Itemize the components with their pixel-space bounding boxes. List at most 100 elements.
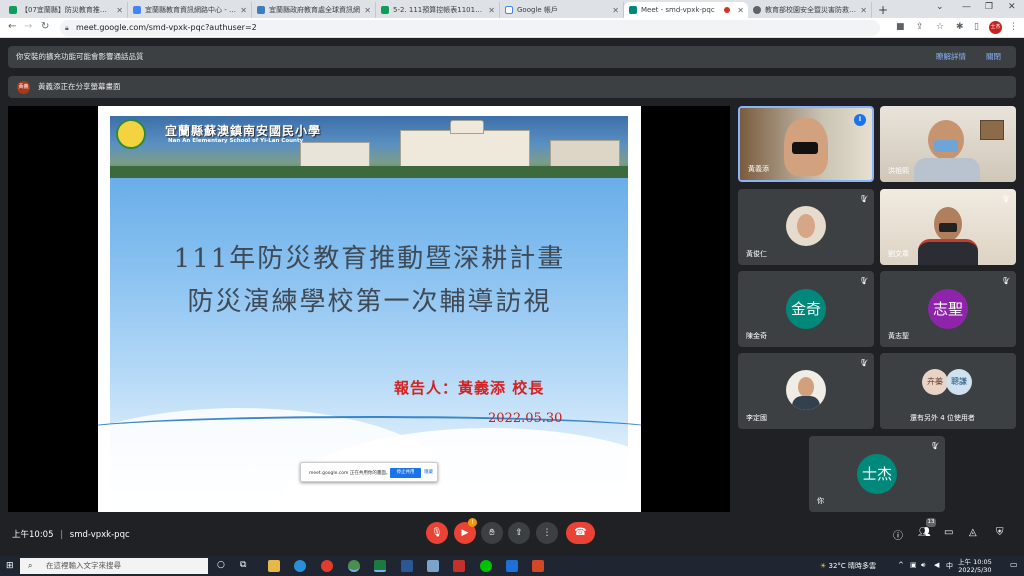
mic-muted-icon: 🎙︎̸: [930, 442, 939, 450]
person-shirt: [918, 239, 978, 265]
extensions-icon[interactable]: ✱: [956, 22, 964, 32]
browser-tab[interactable]: 5-2. 111預算控帳表1101122(4) ✕: [376, 2, 500, 18]
close-tab-icon[interactable]: ✕: [860, 6, 867, 15]
mic-muted-icon: 🎙︎̸: [1001, 277, 1010, 285]
taskbar-search-box[interactable]: ⌕ 在這裡輸入文字來搜尋: [20, 558, 208, 574]
back-icon[interactable]: ←: [8, 21, 16, 32]
browser-tab[interactable]: 教育部校園安全暨災害防救通報... ✕: [748, 2, 872, 18]
powerpoint-icon[interactable]: [532, 560, 544, 572]
raise-hand-button[interactable]: ✋︎: [481, 522, 503, 544]
more-menu-icon[interactable]: ⋮: [1009, 22, 1018, 32]
task-view-icon[interactable]: ⧉: [240, 560, 246, 570]
participant-tile[interactable]: 金奇 🎙︎̸ 陳金奇: [738, 271, 874, 347]
minimize-icon[interactable]: —: [962, 2, 971, 12]
tab-title: 5-2. 111預算控帳表1101122(4): [393, 6, 485, 14]
hide-popup-button[interactable]: 隱藏: [424, 468, 433, 478]
group-avatar: 卉蓁: [922, 369, 948, 395]
search-icon: ⌕: [28, 561, 33, 570]
speaker-icon[interactable]: ◀: [934, 561, 939, 569]
notifications-icon[interactable]: ▭: [1010, 560, 1018, 569]
url-field[interactable]: 🔒︎ meet.google.com/smd-vpxk-pqc?authuser…: [60, 20, 880, 36]
reload-icon[interactable]: ↻: [41, 21, 49, 32]
ime-indicator[interactable]: 中: [946, 561, 953, 571]
close-tab-icon[interactable]: ✕: [488, 6, 495, 15]
presenting-banner: 黃義 黃義添正在分享螢幕畫面: [8, 76, 1016, 98]
forward-icon[interactable]: →: [24, 21, 32, 32]
windows-taskbar: ⊞ ⌕ 在這裡輸入文字來搜尋 ○ ⧉ ☀ 32°C 晴時多雲 ^ ▣ 🔊︎ ◀ …: [0, 556, 1024, 576]
person-shirt: [914, 158, 980, 182]
participant-tile[interactable]: 🎙︎̸ 李定國: [738, 353, 874, 429]
tab-search-icon[interactable]: ⌄: [936, 2, 944, 12]
app-icon[interactable]: [427, 560, 439, 572]
activities-icon[interactable]: ◬: [969, 527, 977, 538]
close-tab-icon[interactable]: ✕: [737, 6, 744, 15]
participant-tile[interactable]: ⦀ 黃義添: [738, 106, 874, 182]
line-icon[interactable]: [480, 560, 492, 572]
close-tab-icon[interactable]: ✕: [116, 6, 123, 15]
browser-tab[interactable]: 宜蘭縣教育資訊網路中心 - 數位學... ✕: [128, 2, 252, 18]
people-icon[interactable]: 👥︎: [918, 527, 931, 538]
bookmark-star-icon[interactable]: ☆: [936, 22, 944, 32]
present-screen-button[interactable]: ⇧: [508, 522, 530, 544]
chat-icon[interactable]: ▭: [944, 527, 953, 538]
new-tab-button[interactable]: +: [878, 2, 888, 18]
browser-tab[interactable]: 宜蘭縣政府教育處全球資訊網 ✕: [252, 2, 376, 18]
share-icon[interactable]: ⇪: [916, 22, 924, 32]
site-icon: [133, 6, 141, 14]
close-tab-icon[interactable]: ✕: [612, 6, 619, 15]
browser-tab-active[interactable]: Meet - smd-vpxk-pqc ✕: [624, 2, 748, 18]
stop-sharing-button[interactable]: 停止共用: [390, 468, 421, 478]
browser-tab[interactable]: Google 帳戶 ✕: [500, 2, 624, 18]
restore-icon[interactable]: ❐: [985, 2, 993, 12]
participant-count-badge: 13: [926, 518, 936, 527]
close-tab-icon[interactable]: ✕: [240, 6, 247, 15]
speaking-indicator-icon: ⦀: [854, 114, 866, 126]
tab-title: Meet - smd-vpxk-pqc: [641, 6, 715, 14]
tray-chevron-icon[interactable]: ^: [898, 561, 904, 569]
leave-call-button[interactable]: ☎︎: [566, 522, 595, 544]
more-participants-tile[interactable]: 卉蓁 聰謙 還有另外 4 位使用者: [880, 353, 1016, 429]
browser-tab[interactable]: 【07宜蘭縣】防災教育推動計畫分組... ✕: [4, 2, 128, 18]
taskbar-clock[interactable]: 上午 10:05 2022/5/30: [958, 558, 992, 574]
meeting-details-icon[interactable]: ⓘ: [893, 527, 903, 542]
network-icon[interactable]: ▣: [910, 561, 917, 569]
profile-avatar[interactable]: 士杰: [989, 21, 1002, 34]
weather-widget[interactable]: ☀ 32°C 晴時多雲: [820, 561, 876, 571]
mic-toggle-button[interactable]: 🎙︎: [426, 522, 448, 544]
ie-icon[interactable]: [506, 560, 518, 572]
learn-more-link[interactable]: 瞭解詳情: [936, 46, 966, 68]
meet-icon: [629, 6, 637, 14]
file-explorer-icon[interactable]: [268, 560, 280, 572]
participant-name: 黃志聖: [888, 332, 909, 340]
weather-text: 32°C 晴時多雲: [828, 562, 877, 570]
clock-date: 2022/5/30: [958, 566, 992, 574]
window-close-icon[interactable]: ✕: [1008, 2, 1016, 12]
close-tab-icon[interactable]: ✕: [364, 6, 371, 15]
participant-tile[interactable]: 志聖 🎙︎̸ 黃志聖: [880, 271, 1016, 347]
chrome-icon[interactable]: [321, 560, 333, 572]
camera-in-use-icon[interactable]: ■: [896, 22, 905, 32]
acrobat-icon[interactable]: [453, 560, 465, 572]
participant-tile[interactable]: 洪祖熙: [880, 106, 1016, 182]
excel-icon[interactable]: [374, 560, 386, 572]
participant-tile[interactable]: 🎙︎̸ 黃俊仁: [738, 189, 874, 265]
share-message: meet.google.com 正在共用你的畫面。: [309, 471, 391, 476]
cortana-icon[interactable]: ○: [217, 560, 225, 570]
self-tile[interactable]: 士杰 🎙︎̸ 你: [809, 436, 945, 512]
edge-icon[interactable]: [294, 560, 306, 572]
mask-shape: [792, 142, 818, 154]
volume-icon[interactable]: 🔊︎: [921, 561, 925, 570]
participant-tile[interactable]: 🎙︎̸ 劉文章: [880, 189, 1016, 265]
host-controls-icon[interactable]: ⛨: [996, 527, 1004, 538]
tab-title: Google 帳戶: [517, 6, 558, 14]
meeting-info: 上午10:05 | smd-vpxk-pqc: [12, 528, 130, 540]
phone-hangup-icon: ☎︎: [574, 527, 587, 538]
windows-start-icon[interactable]: ⊞: [6, 561, 14, 571]
dismiss-link[interactable]: 關閉: [986, 46, 1001, 68]
lock-icon[interactable]: 🔒︎: [65, 20, 69, 36]
side-panel-icon[interactable]: ▯: [974, 22, 979, 32]
word-icon[interactable]: [401, 560, 413, 572]
more-options-button[interactable]: ⋮: [536, 522, 558, 544]
chrome-active-icon[interactable]: [348, 560, 360, 572]
recording-dot-icon: [724, 7, 731, 13]
